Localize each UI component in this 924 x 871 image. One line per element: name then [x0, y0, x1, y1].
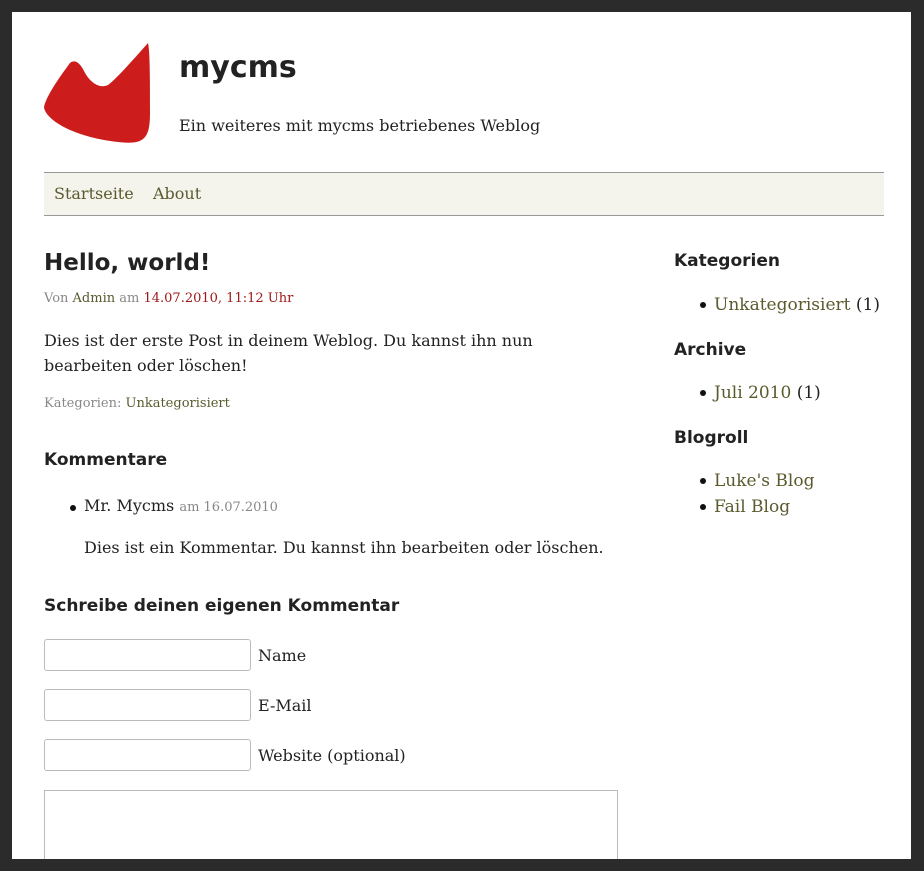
- comment-bullet: [70, 505, 76, 511]
- name-label: Name: [258, 646, 307, 665]
- sidebar-archive-count: (1): [796, 383, 821, 403]
- email-field[interactable]: [44, 689, 251, 721]
- post-date-link[interactable]: 14.07.2010, 11:12 Uhr: [143, 291, 293, 306]
- blogroll-link-fail-blog[interactable]: Fail Blog: [714, 497, 790, 517]
- page: mycms Ein weiteres mit mycms betriebenes…: [12, 12, 911, 859]
- nav-item-startseite[interactable]: Startseite: [54, 184, 134, 203]
- sidebar-categories-heading: Kategorien: [674, 251, 780, 271]
- blogroll-link-lukes-blog[interactable]: Luke's Blog: [714, 471, 814, 491]
- email-label: E-Mail: [258, 696, 312, 715]
- comments-heading: Kommentare: [44, 450, 168, 470]
- sidebar-blogroll-item: Fail Blog: [714, 497, 790, 517]
- comment-author: Mr. Mycms: [84, 496, 175, 515]
- post-author-link[interactable]: Admin: [73, 291, 116, 306]
- sidebar-category-count: (1): [855, 295, 880, 315]
- list-bullet: [700, 478, 706, 484]
- comment-date: am 16.07.2010: [179, 500, 278, 515]
- main-navigation: Startseite About: [44, 172, 884, 216]
- meta-by-text: Von: [44, 291, 69, 306]
- post-category-link[interactable]: Unkategorisiert: [126, 396, 230, 411]
- comment-textarea[interactable]: [44, 790, 618, 859]
- sidebar-archive-heading: Archive: [674, 340, 747, 360]
- post-body: Dies ist der erste Post in deinem Weblog…: [44, 331, 533, 375]
- comment-header: Mr. Mycms am 16.07.2010: [84, 496, 278, 515]
- list-bullet: [700, 504, 706, 510]
- list-bullet: [700, 302, 706, 308]
- logo-shape: [44, 43, 150, 143]
- sidebar-blogroll-item: Luke's Blog: [714, 471, 814, 491]
- website-field[interactable]: [44, 739, 251, 771]
- site-title[interactable]: mycms: [179, 50, 297, 85]
- meta-on-text: am: [119, 291, 140, 306]
- sidebar-archive-item: Juli 2010 (1): [714, 383, 821, 403]
- post-categories: Kategorien: Unkategorisiert: [44, 396, 230, 411]
- list-bullet: [700, 390, 706, 396]
- comment-text: Dies ist ein Kommentar. Du kannst ihn be…: [84, 538, 604, 557]
- sidebar-category-link[interactable]: Unkategorisiert: [714, 295, 850, 315]
- sidebar-category-item: Unkategorisiert (1): [714, 295, 880, 315]
- comment-form-heading: Schreibe deinen eigenen Kommentar: [44, 596, 400, 616]
- site-tagline: Ein weiteres mit mycms betriebenes Weblo…: [179, 116, 541, 135]
- mycms-logo[interactable]: [44, 41, 150, 143]
- website-label: Website (optional): [258, 746, 406, 765]
- post-title[interactable]: Hello, world!: [44, 250, 210, 276]
- sidebar-blogroll-heading: Blogroll: [674, 428, 749, 448]
- name-field[interactable]: [44, 639, 251, 671]
- post-meta: Von Admin am 14.07.2010, 11:12 Uhr: [44, 291, 293, 306]
- comment-list: Mr. Mycms am 16.07.2010: [84, 496, 278, 515]
- nav-item-about[interactable]: About: [153, 184, 201, 203]
- categories-label: Kategorien:: [44, 396, 122, 411]
- sidebar-archive-link[interactable]: Juli 2010: [714, 383, 791, 403]
